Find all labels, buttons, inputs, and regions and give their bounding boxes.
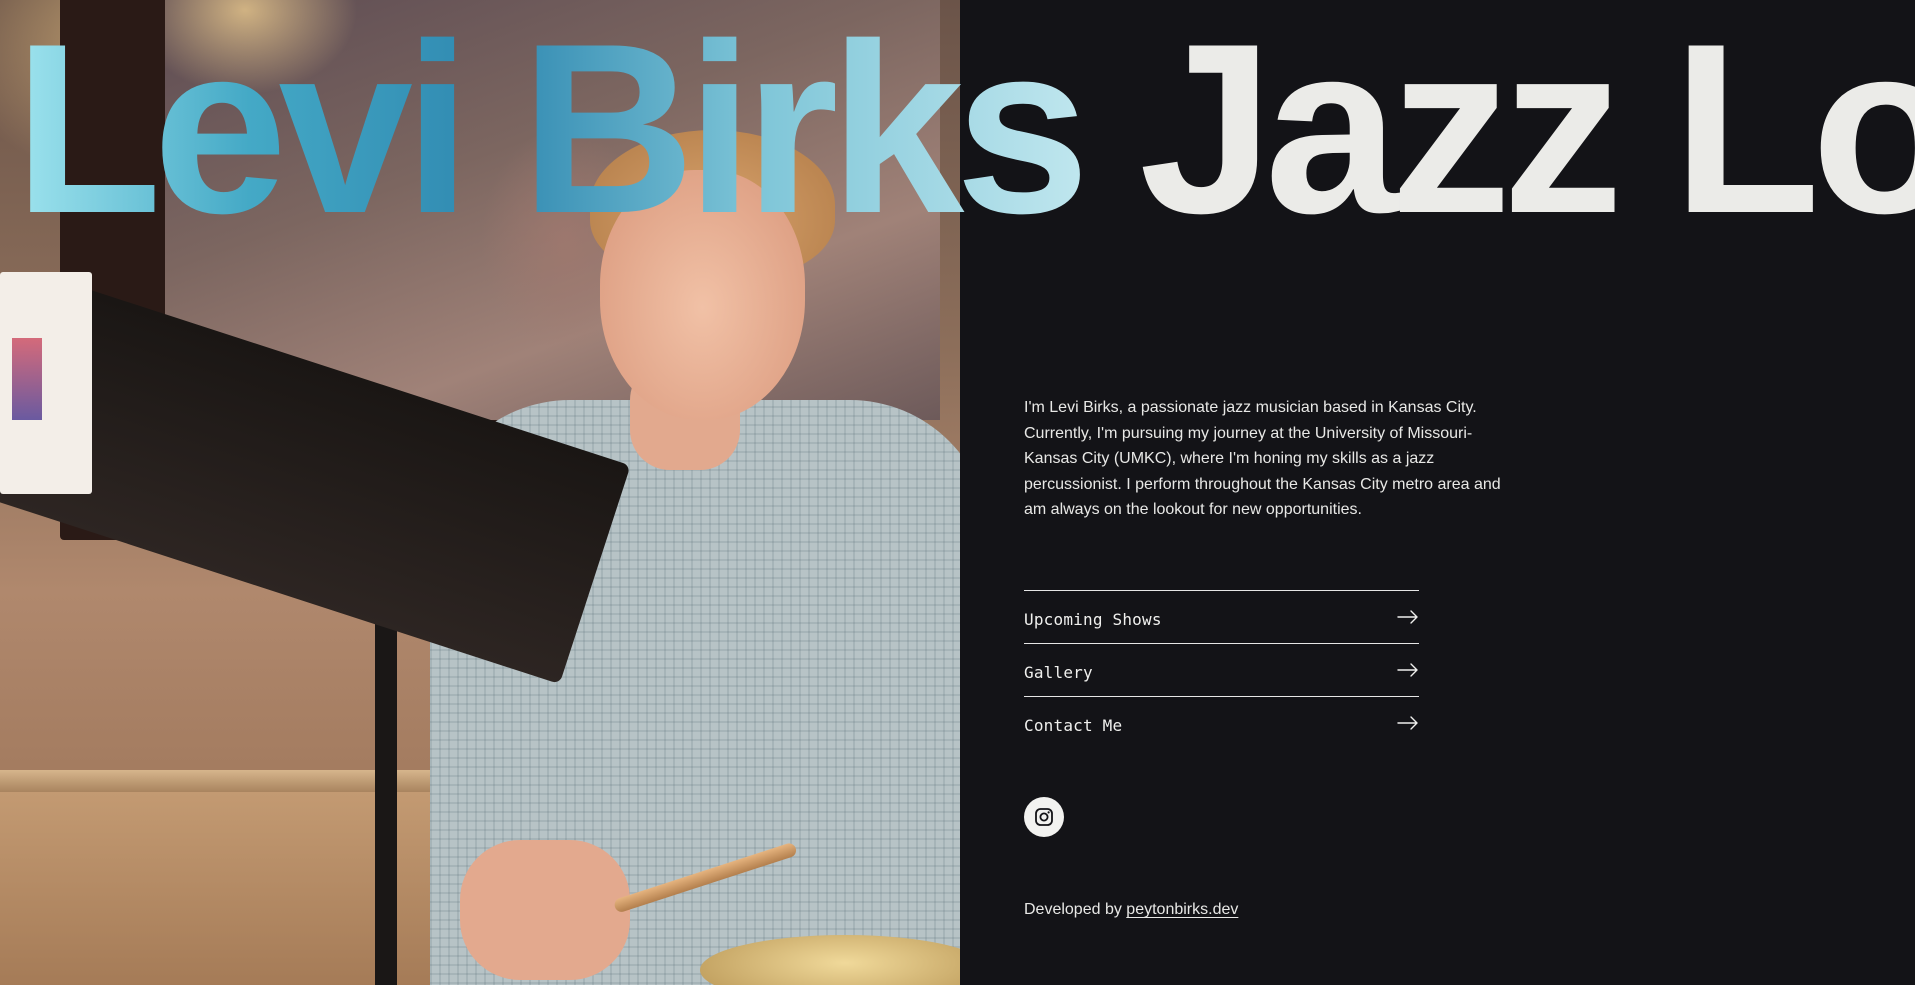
arrow-right-icon <box>1397 663 1418 677</box>
page-title: Levi Birks Jazz Lo <box>14 8 1915 250</box>
nav-item-upcoming-shows[interactable]: Upcoming Shows <box>1024 591 1419 644</box>
instagram-icon <box>1035 808 1053 826</box>
intro-section: I'm Levi Birks, a passionate jazz musici… <box>1024 395 1524 918</box>
page-title-rest: Jazz Lo <box>1080 0 1915 264</box>
page: Levi Birks Jazz Lo I'm Levi Birks, a pas… <box>0 0 1915 985</box>
footer-credit: Developed by peytonbirks.dev <box>1024 901 1238 919</box>
developer-link[interactable]: peytonbirks.dev <box>1126 901 1238 918</box>
footer-credit-prefix: Developed by <box>1024 901 1127 918</box>
arrow-right-icon <box>1397 610 1418 624</box>
musician-hand <box>460 840 630 980</box>
instagram-button[interactable] <box>1024 797 1064 837</box>
nav-item-label: Upcoming Shows <box>1024 609 1162 629</box>
wall-poster <box>0 272 92 494</box>
arrow-right-icon <box>1397 716 1418 730</box>
bio-paragraph: I'm Levi Birks, a passionate jazz musici… <box>1024 399 1501 518</box>
nav-item-contact-me[interactable]: Contact Me <box>1024 697 1419 749</box>
main-nav: Upcoming Shows Gallery Contact Me <box>1024 590 1419 749</box>
nav-item-gallery[interactable]: Gallery <box>1024 644 1419 697</box>
nav-item-label: Gallery <box>1024 662 1093 682</box>
nav-item-label: Contact Me <box>1024 715 1123 735</box>
page-title-name: Levi Birks <box>14 0 1090 264</box>
